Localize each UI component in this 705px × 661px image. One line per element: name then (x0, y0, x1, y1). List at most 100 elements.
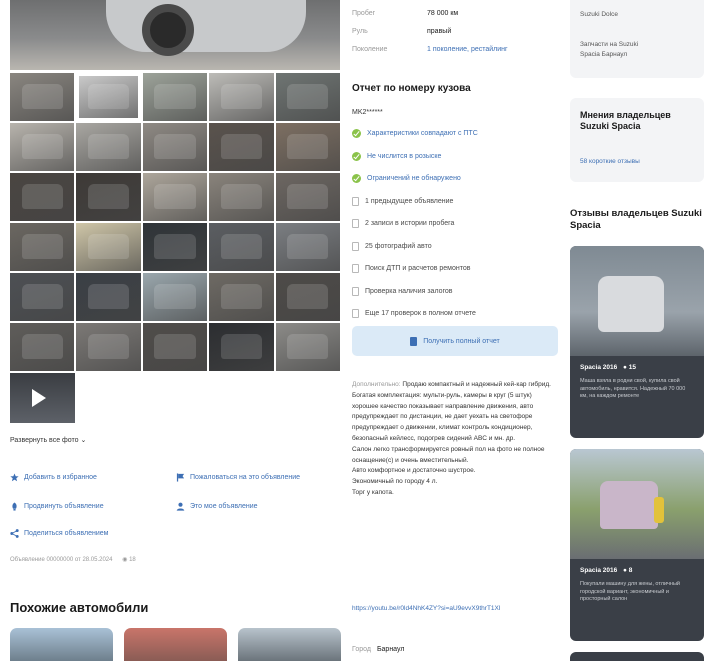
thumbnail-detail-shape (154, 283, 196, 309)
similar-car-card[interactable] (10, 628, 113, 661)
ad-date: Объявление 00000000 от 28.05.2024 (10, 557, 113, 563)
get-full-report-button[interactable]: Получить полный отчет (352, 326, 558, 356)
city-value: Барнаул (376, 646, 405, 653)
thumbnail-detail-shape (21, 133, 63, 159)
description-line: Авто комфортное и достаточно шустрое. (352, 467, 476, 475)
photo-thumbnail[interactable] (142, 273, 208, 321)
photo-thumbnail[interactable] (275, 73, 340, 121)
similar-car-card[interactable] (238, 628, 341, 661)
document-icon (410, 336, 418, 346)
report-check-item: Не числится в розыске (352, 151, 442, 161)
photo-thumbnail[interactable] (209, 73, 274, 121)
owner-reviews-title: Отзывы владельцев Suzuki Spacia (570, 208, 702, 231)
report-check-item: Поиск ДТП и расчетов ремонтов (352, 264, 471, 273)
photo-thumbnail[interactable] (275, 323, 340, 371)
parts-card[interactable]: Suzuki Dolce Запчасти на Suzuki Spacia Б… (570, 0, 704, 78)
generation-link[interactable]: 1 поколение, рестайлинг (427, 46, 508, 53)
photo-thumbnail[interactable] (76, 173, 141, 221)
photo-thumbnail[interactable] (209, 273, 274, 321)
share-ad-button[interactable]: Поделиться объявлением (10, 529, 108, 538)
thumbnail-detail-shape (287, 283, 329, 309)
thumbnail-detail-shape (287, 183, 329, 209)
show-all-photos-link[interactable]: Развернуть все фото ⌄ (10, 436, 86, 444)
share-icon (10, 529, 19, 538)
thumbnail-detail-shape (220, 283, 262, 309)
photo-thumbnail[interactable] (76, 323, 141, 371)
photo-thumbnail[interactable] (10, 223, 75, 271)
thumbnail-detail-shape (154, 83, 196, 109)
check-circle-icon (352, 174, 361, 183)
thumbnail-detail-shape (87, 83, 130, 109)
photo-thumbnails (10, 73, 340, 371)
complain-button[interactable]: Пожаловаться на это объявление (176, 473, 300, 482)
photo-thumbnail[interactable] (76, 273, 141, 321)
description-line: Продаю компактный и надежный кей-кар гиб… (402, 381, 551, 388)
vin-masked: MK2****** (352, 109, 383, 116)
owner-review-card[interactable] (570, 652, 704, 661)
thumbnail-detail-shape (287, 233, 329, 259)
city-row: Город Барнаул (352, 646, 404, 653)
flag-icon (176, 473, 185, 482)
ad-meta: Объявление 00000000 от 28.05.2024 ◉ 18 (10, 556, 136, 563)
photo-thumbnail[interactable] (10, 123, 75, 171)
video-thumbnail[interactable] (10, 373, 75, 423)
add-to-favorites-label: Добавить в избранное (24, 474, 97, 481)
photo-thumbnail[interactable] (275, 273, 340, 321)
photo-thumbnail[interactable] (275, 173, 340, 221)
report-check-text: 25 фотографий авто (365, 242, 432, 250)
promote-ad-button[interactable]: Продвинуть объявление (10, 502, 104, 511)
similar-car-card[interactable] (124, 628, 227, 661)
photo-thumbnail[interactable] (10, 273, 75, 321)
photo-thumbnail[interactable] (209, 223, 274, 271)
city-key: Город (352, 646, 371, 653)
share-ad-label: Поделиться объявлением (24, 530, 109, 537)
add-to-favorites-button[interactable]: Добавить в избранное (10, 473, 97, 482)
photo-thumbnail[interactable] (209, 323, 274, 371)
owner-review-card[interactable]: Spacia 2016 ● 15 Маша взяла в родни свой… (570, 246, 704, 438)
photo-thumbnail[interactable] (142, 323, 208, 371)
photo-thumbnail[interactable] (209, 123, 274, 171)
photo-thumbnail[interactable] (76, 223, 141, 271)
document-icon (352, 241, 359, 251)
description-label: Дополнительно: (352, 381, 401, 388)
main-photo[interactable] (10, 0, 340, 70)
description-line: Экономичный по городу 4 л. (352, 478, 438, 486)
thumbnail-detail-shape (154, 233, 196, 259)
photo-thumbnail[interactable] (209, 173, 274, 221)
report-check-text: Характеристики совпадают с ПТС (367, 130, 478, 137)
review-title-text: Spacia 2016 (580, 364, 618, 371)
review-photo (570, 246, 704, 356)
spec-key: Поколение (352, 46, 388, 53)
photo-thumbnail[interactable] (76, 123, 141, 171)
photo-thumbnail[interactable] (10, 173, 75, 221)
report-check-text: Не числится в розыске (367, 152, 442, 160)
document-icon (352, 219, 359, 228)
check-circle-icon (352, 129, 361, 138)
photo-thumbnail[interactable] (10, 323, 75, 371)
photo-thumbnail[interactable] (76, 73, 141, 121)
thumbnail-detail-shape (220, 233, 262, 259)
photo-thumbnail[interactable] (275, 223, 340, 271)
my-ad-button[interactable]: Это мое объявление (176, 502, 258, 511)
owner-opinions-link[interactable]: 58 короткие отзывы (580, 158, 640, 165)
thumbnail-detail-shape (287, 133, 329, 159)
report-check-item: 25 фотографий авто (352, 241, 432, 251)
photo-thumbnail[interactable] (142, 73, 208, 121)
owner-opinions-card[interactable]: Мнения владельцев Suzuki Spacia 58 корот… (570, 98, 704, 182)
thumbnail-detail-shape (154, 183, 196, 209)
youtube-link[interactable]: https://youtu.be/r0ld4NhK4ZY?si=aU9evvX9… (352, 604, 502, 614)
promote-ad-label: Продвинуть объявление (24, 503, 104, 510)
photo-thumbnail[interactable] (10, 73, 75, 121)
report-check-item: 1 предыдущее объявление (352, 196, 453, 206)
photo-thumbnail[interactable] (142, 123, 208, 171)
spec-row-wheel: Руль правый (352, 28, 451, 35)
report-check-item: Проверка наличия залогов (352, 286, 453, 296)
thumbnail-detail-shape (220, 333, 262, 359)
thumbnail-detail-shape (87, 133, 130, 159)
photo-thumbnail[interactable] (142, 223, 208, 271)
photo-thumbnail[interactable] (142, 173, 208, 221)
photo-thumbnail[interactable] (275, 123, 340, 171)
eye-icon: ◉ (122, 557, 128, 563)
car-body-shape (106, 0, 306, 52)
owner-review-card[interactable]: Spacia 2016 ● 8 Покупали машину для жены… (570, 449, 704, 641)
